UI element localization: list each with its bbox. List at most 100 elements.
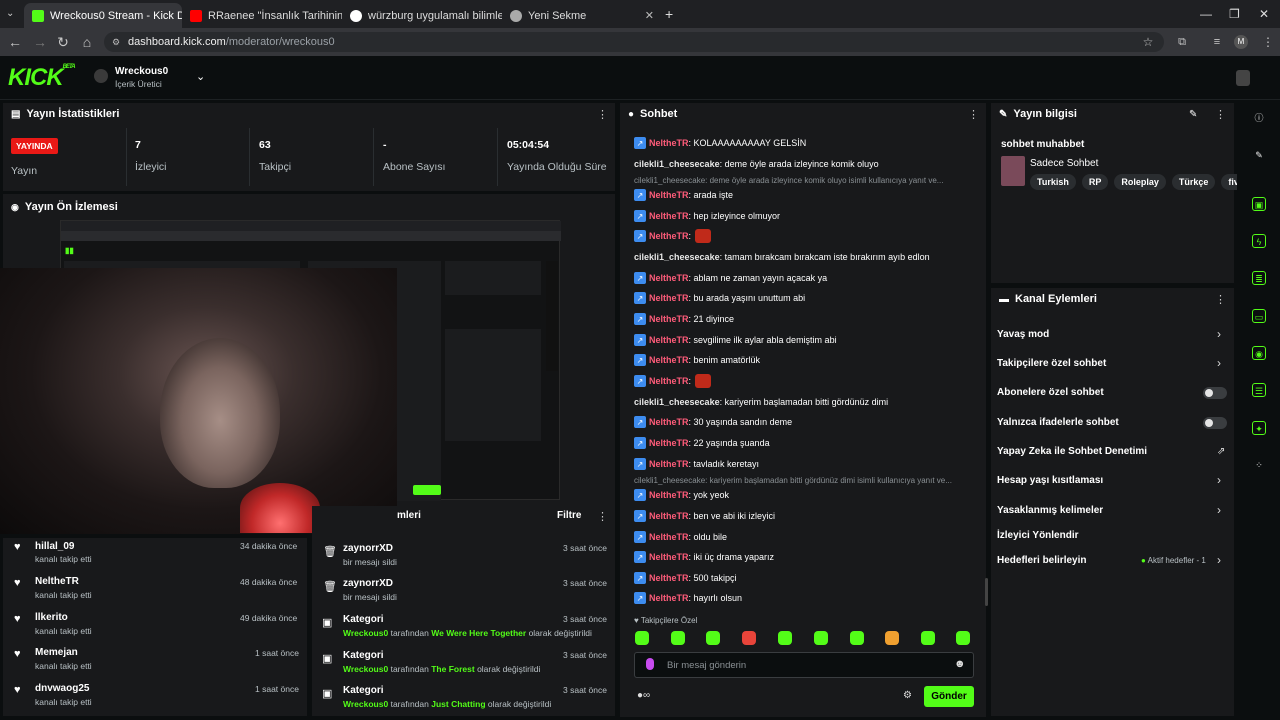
emote-icon[interactable] — [635, 631, 649, 645]
kick-logo[interactable]: KICKBETA — [8, 64, 76, 92]
tab-google[interactable]: würzburg uygulamalı bilimler ü✕ — [342, 3, 502, 28]
emote-icon[interactable] — [921, 631, 935, 645]
minimize-icon[interactable]: — — [1200, 7, 1212, 21]
user-avatar[interactable] — [1236, 70, 1250, 86]
chat-username[interactable]: cilekli1_cheesecake — [634, 159, 720, 169]
chat-username[interactable]: NeltheTR — [649, 355, 689, 365]
chat-username[interactable]: NeltheTR — [649, 376, 689, 386]
chat-username[interactable]: NeltheTR — [649, 438, 689, 448]
chat-username[interactable]: NeltheTR — [649, 211, 689, 221]
extensions-icon[interactable]: ⧉ — [1174, 34, 1190, 50]
emoji-icon[interactable]: ☻ — [954, 658, 966, 670]
tab-youtube[interactable]: RRaenee "İnsanlık Tarihinin En Y✕ — [182, 3, 342, 28]
ai-moderation-action[interactable]: Yapay Zeka ile Sohbet Denetimi — [997, 446, 1147, 457]
chat-username[interactable]: NeltheTR — [649, 459, 689, 469]
back-icon[interactable]: ← — [7, 34, 23, 50]
activity-more-icon[interactable]: ⋮ — [597, 510, 608, 523]
chevron-right-icon[interactable]: › — [1217, 356, 1221, 370]
chat-message[interactable]: ↗ NeltheTR: 21 diyince — [634, 312, 734, 326]
forward-icon[interactable]: → — [32, 34, 48, 50]
emote-icon[interactable] — [742, 631, 756, 645]
url-field[interactable]: dashboard.kick.com/moderator/wreckous0 — [104, 32, 1164, 52]
chat-username[interactable]: cilekli1_cheesecake — [634, 252, 720, 262]
chat-icon[interactable]: ▭ — [1252, 309, 1266, 323]
raid-action[interactable]: İzleyici Yönlendir — [997, 530, 1079, 541]
chat-username[interactable]: NeltheTR — [649, 573, 689, 583]
chevron-right-icon[interactable]: › — [1217, 553, 1221, 567]
chevron-right-icon[interactable]: › — [1217, 473, 1221, 487]
filter-button[interactable]: Filtre — [557, 510, 581, 521]
emote-icon[interactable] — [814, 631, 828, 645]
chat-username[interactable]: NeltheTR — [649, 190, 689, 200]
points-icon[interactable]: ●∞ — [637, 690, 650, 701]
new-tab-icon[interactable]: + — [665, 6, 673, 22]
account-age-action[interactable]: Hesap yaşı kısıtlaması — [997, 475, 1103, 486]
chat-message[interactable]: ↗ NeltheTR: KOLAAAAAAAAAY GELSİN — [634, 136, 806, 150]
chat-username[interactable]: NeltheTR — [649, 314, 689, 324]
stats-more-icon[interactable]: ⋮ — [597, 108, 608, 121]
followers-only-action[interactable]: Takipçilere özel sohbet — [997, 358, 1106, 369]
close-icon[interactable]: ✕ — [645, 9, 654, 22]
emote-icon[interactable] — [956, 631, 970, 645]
tab-new[interactable]: Yeni Sekme ✕ — [502, 3, 662, 28]
external-link-icon[interactable]: ⇗ — [1217, 446, 1225, 457]
chat-message[interactable]: ↗ NeltheTR: 30 yaşında sandın deme — [634, 415, 792, 429]
edit-icon[interactable]: ✎ — [1189, 109, 1197, 120]
chat-message[interactable]: ↗ NeltheTR: oldu bile — [634, 530, 727, 544]
chat-message[interactable]: ↗ NeltheTR: arada işte — [634, 188, 733, 202]
chevron-right-icon[interactable]: › — [1217, 503, 1221, 517]
chat-reply-preview[interactable]: cilekli1_cheesecake: kariyerim başlamada… — [634, 476, 974, 485]
profile-avatar[interactable]: M — [1234, 35, 1248, 49]
bolt-icon[interactable]: ϟ — [1252, 234, 1266, 248]
chat-username[interactable]: NeltheTR — [649, 138, 689, 148]
chat-username[interactable]: NeltheTR — [649, 335, 689, 345]
chat-message[interactable]: ↗ NeltheTR: sevgilime ilk aylar abla demi… — [634, 333, 837, 347]
emotes-only-toggle[interactable] — [1203, 417, 1227, 429]
chat-scrollbar[interactable] — [985, 578, 988, 606]
subscribers-only-toggle[interactable] — [1203, 387, 1227, 399]
media-icon[interactable]: ≡ — [1209, 34, 1225, 50]
chat-reply-preview[interactable]: cilekli1_cheesecake: deme öyle arada izl… — [634, 176, 974, 185]
close-window-icon[interactable]: ✕ — [1259, 7, 1269, 21]
emote-icon[interactable] — [850, 631, 864, 645]
chat-message[interactable]: ↗ NeltheTR: hayırlı olsun — [634, 591, 742, 605]
tag[interactable]: Türkçe — [1171, 174, 1216, 190]
chat-message[interactable]: ↗ NeltheTR: benim amatörlük — [634, 353, 760, 367]
chat-message[interactable]: ↗ NeltheTR: 22 yaşında şuanda — [634, 436, 770, 450]
chat-message[interactable]: ↗ NeltheTR: tavladık keretayı — [634, 457, 759, 471]
emote-icon[interactable] — [885, 631, 899, 645]
chat-message[interactable]: ↗ NeltheTR: — [634, 229, 712, 243]
info-icon[interactable]: ⓘ — [1252, 111, 1266, 125]
tab-kick-dashboard[interactable]: Wreckous0 Stream - Kick Dashb✕ — [24, 3, 182, 28]
broadcast-icon[interactable]: ◉ — [1252, 346, 1266, 360]
tag[interactable]: Turkish — [1030, 174, 1076, 190]
chat-message[interactable]: ↗ NeltheTR: hep izleyince olmuyor — [634, 209, 780, 223]
chat-message[interactable]: cilekli1_cheesecake: kariyerim başlamada… — [634, 395, 888, 409]
edit-icon[interactable]: ✎ — [1252, 148, 1266, 162]
chat-username[interactable]: NeltheTR — [649, 593, 689, 603]
chat-username[interactable]: NeltheTR — [649, 293, 689, 303]
set-goals-action[interactable]: Hedefleri belirleyin — [997, 555, 1086, 566]
chat-message[interactable]: cilekli1_cheesecake: tamam bırakcam bıra… — [634, 250, 930, 264]
chat-message[interactable]: ↗ NeltheTR: — [634, 374, 712, 388]
slow-mode-action[interactable]: Yavaş mod — [997, 329, 1049, 340]
chat-message[interactable]: ↗ NeltheTR: ablam ne zaman yayın açacak y… — [634, 271, 827, 285]
chat-username[interactable]: NeltheTR — [649, 552, 689, 562]
focus-icon[interactable]: ▣ — [1252, 197, 1266, 211]
emote-icon[interactable] — [706, 631, 720, 645]
tab-search-icon[interactable]: ⌄ — [6, 8, 14, 19]
chat-message[interactable]: ↗ NeltheTR: 500 takipçi — [634, 571, 737, 585]
layers-icon[interactable]: ☰ — [1252, 383, 1266, 397]
bookmark-star-icon[interactable]: ☆ — [1140, 34, 1156, 50]
actions-more-icon[interactable]: ⋮ — [1215, 293, 1226, 306]
menu-icon[interactable]: ⋮ — [1260, 34, 1276, 50]
channel-switch-chevron-icon[interactable]: ⌄ — [196, 70, 205, 83]
chat-username[interactable]: NeltheTR — [649, 490, 689, 500]
chevron-right-icon[interactable]: › — [1217, 327, 1221, 341]
chat-username[interactable]: cilekli1_cheesecake — [634, 397, 720, 407]
chat-settings-icon[interactable]: ⚙ — [903, 690, 912, 701]
reload-icon[interactable]: ↻ — [55, 34, 71, 50]
chat-message[interactable]: ↗ NeltheTR: iki üç drama yaparız — [634, 550, 774, 564]
add-widget-icon[interactable]: ⁘ — [1252, 458, 1266, 472]
chat-message[interactable]: ↗ NeltheTR: bu arada yaşını unuttum abi — [634, 291, 805, 305]
